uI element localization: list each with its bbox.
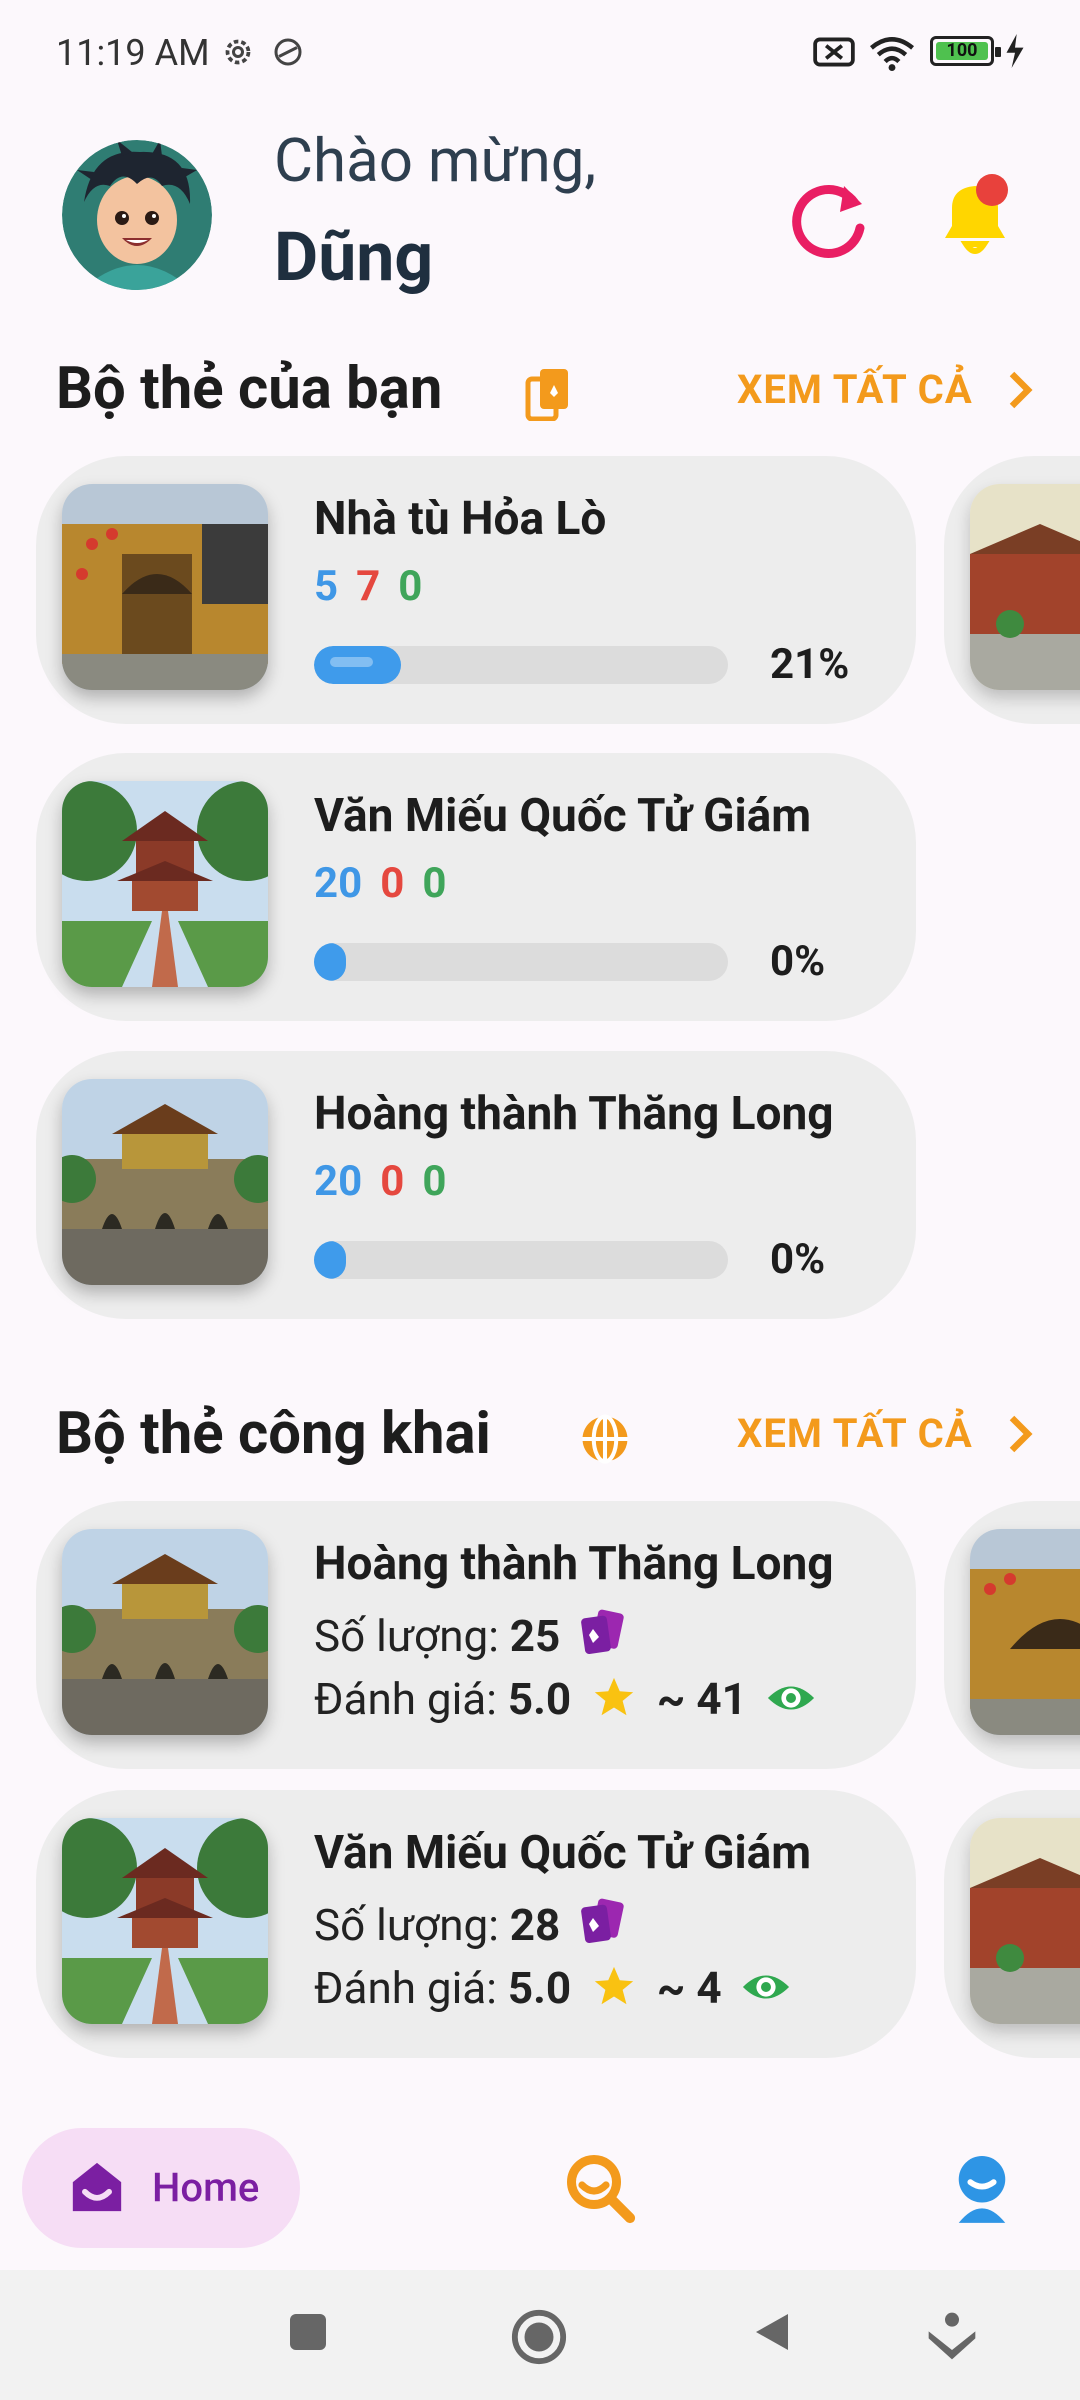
deck-card[interactable]: Văn Miếu Quốc Tử Giám 20 0 0 0% bbox=[36, 753, 916, 1021]
public-deck-card-peek[interactable] bbox=[944, 1501, 1080, 1769]
charging-bolt-icon bbox=[1006, 34, 1024, 68]
notification-bell-icon[interactable] bbox=[930, 168, 1020, 264]
my-decks-title: Bộ thẻ của bạn bbox=[56, 355, 443, 423]
refresh-icon[interactable] bbox=[780, 172, 876, 268]
deck-count-row: Số lượng: 28 bbox=[314, 1898, 629, 1951]
public-decks-title: Bộ thẻ công khai bbox=[56, 1400, 491, 1468]
avatar[interactable] bbox=[62, 140, 212, 290]
system-navigation-bar bbox=[0, 2270, 1080, 2400]
deck-card[interactable]: Hoàng thành Thăng Long 20 0 0 0% bbox=[36, 1051, 916, 1319]
globe-icon bbox=[582, 1414, 628, 1464]
back-triangle-icon[interactable] bbox=[748, 2308, 796, 2356]
user-name: Dũng bbox=[274, 217, 434, 297]
deck-progress-percent: 0% bbox=[770, 1235, 826, 1284]
rating-value: 5.0 bbox=[507, 1962, 572, 2014]
deck-stats: 570 bbox=[314, 562, 440, 611]
deck-progress-percent: 0% bbox=[770, 937, 826, 986]
star-icon bbox=[594, 1677, 634, 1716]
home-icon bbox=[72, 2162, 122, 2212]
no-sim-icon bbox=[813, 37, 855, 67]
accessibility-icon[interactable] bbox=[924, 2308, 980, 2364]
nav-search-icon[interactable] bbox=[564, 2152, 636, 2224]
recents-square-icon[interactable] bbox=[284, 2308, 332, 2356]
vpn-globe-icon bbox=[274, 38, 302, 66]
deck-title: Văn Miếu Quốc Tử Giám bbox=[314, 789, 812, 843]
stat-review: 0 bbox=[422, 859, 447, 908]
count-label: Số lượng: bbox=[314, 1610, 499, 1662]
deck-rating-row: Đánh giá: 5.0 ~ 4 bbox=[314, 1962, 791, 2014]
deck-title: Nhà tù Hỏa Lò bbox=[314, 492, 607, 546]
view-count: ~ 41 bbox=[656, 1673, 747, 1725]
rating-label: Đánh giá: bbox=[314, 1962, 497, 2014]
battery-indicator: 100 bbox=[930, 36, 1001, 66]
eye-icon bbox=[767, 1686, 814, 1710]
eye-icon bbox=[742, 1975, 789, 1999]
nav-profile-icon[interactable] bbox=[950, 2152, 1014, 2224]
battery-level: 100 bbox=[946, 40, 978, 61]
deck-progress-bar bbox=[314, 646, 728, 684]
stat-review: 0 bbox=[422, 1157, 447, 1206]
welcome-text: Chào mừng, bbox=[274, 125, 597, 196]
deck-count-row: Số lượng: 25 bbox=[314, 1609, 629, 1662]
card-count: 25 bbox=[509, 1610, 561, 1662]
public-deck-card-peek[interactable] bbox=[944, 1790, 1080, 2058]
cards-stack-icon bbox=[581, 1898, 624, 1943]
public-deck-card[interactable]: Hoàng thành Thăng Long Số lượng: 25 Đánh… bbox=[36, 1501, 916, 1769]
stat-new: 20 bbox=[314, 859, 363, 908]
deck-thumbnail bbox=[62, 1529, 268, 1735]
count-label: Số lượng: bbox=[314, 1899, 499, 1951]
public-decks-see-all[interactable]: XEM TẤT CẢ bbox=[737, 1410, 973, 1457]
deck-thumbnail bbox=[62, 484, 268, 690]
cards-stack-icon bbox=[581, 1609, 624, 1654]
my-decks-see-all[interactable]: XEM TẤT CẢ bbox=[737, 366, 973, 413]
stat-new: 5 bbox=[314, 562, 339, 611]
deck-thumbnail bbox=[62, 781, 268, 987]
deck-card[interactable]: Nhà tù Hỏa Lò 570 21% bbox=[36, 456, 916, 724]
deck-thumbnail bbox=[62, 1079, 268, 1285]
rating-label: Đánh giá: bbox=[314, 1673, 497, 1725]
avatar-image bbox=[62, 140, 212, 290]
rating-value: 5.0 bbox=[507, 1673, 572, 1725]
status-bar: 11:19 AM 100 bbox=[0, 0, 1080, 110]
deck-stats: 20 0 0 bbox=[314, 1157, 464, 1206]
stat-learning: 0 bbox=[380, 1157, 405, 1206]
public-deck-card[interactable]: Văn Miếu Quốc Tử Giám Số lượng: 28 Đánh … bbox=[36, 1790, 916, 2058]
chevron-right-icon[interactable] bbox=[1005, 1412, 1035, 1456]
nav-home-label: Home bbox=[152, 2164, 260, 2211]
deck-thumbnail bbox=[62, 1818, 268, 2024]
deck-title: Hoàng thành Thăng Long bbox=[314, 1537, 834, 1591]
deck-progress-bar bbox=[314, 943, 728, 981]
deck-progress-bar bbox=[314, 1241, 728, 1279]
deck-title: Hoàng thành Thăng Long bbox=[314, 1087, 834, 1141]
star-icon bbox=[594, 1966, 634, 2005]
cards-icon bbox=[525, 369, 568, 421]
deck-stats: 20 0 0 bbox=[314, 859, 464, 908]
deck-rating-row: Đánh giá: 5.0 ~ 41 bbox=[314, 1673, 816, 1725]
deck-progress-percent: 21% bbox=[770, 640, 850, 689]
view-count: ~ 4 bbox=[656, 1962, 722, 2014]
wifi-icon bbox=[870, 37, 914, 71]
nav-home[interactable]: Home bbox=[22, 2128, 300, 2248]
deck-title: Văn Miếu Quốc Tử Giám bbox=[314, 1826, 812, 1880]
bottom-navigation: Home bbox=[0, 2100, 1080, 2270]
stat-new: 20 bbox=[314, 1157, 363, 1206]
stat-review: 0 bbox=[398, 562, 423, 611]
home-circle-icon[interactable] bbox=[510, 2308, 568, 2366]
stat-learning: 7 bbox=[356, 562, 381, 611]
status-time: 11:19 AM bbox=[56, 32, 210, 74]
settings-gear-icon bbox=[225, 39, 251, 65]
chevron-right-icon[interactable] bbox=[1005, 368, 1035, 412]
stat-learning: 0 bbox=[380, 859, 405, 908]
card-count: 28 bbox=[509, 1899, 561, 1951]
deck-card-peek[interactable] bbox=[944, 456, 1080, 724]
